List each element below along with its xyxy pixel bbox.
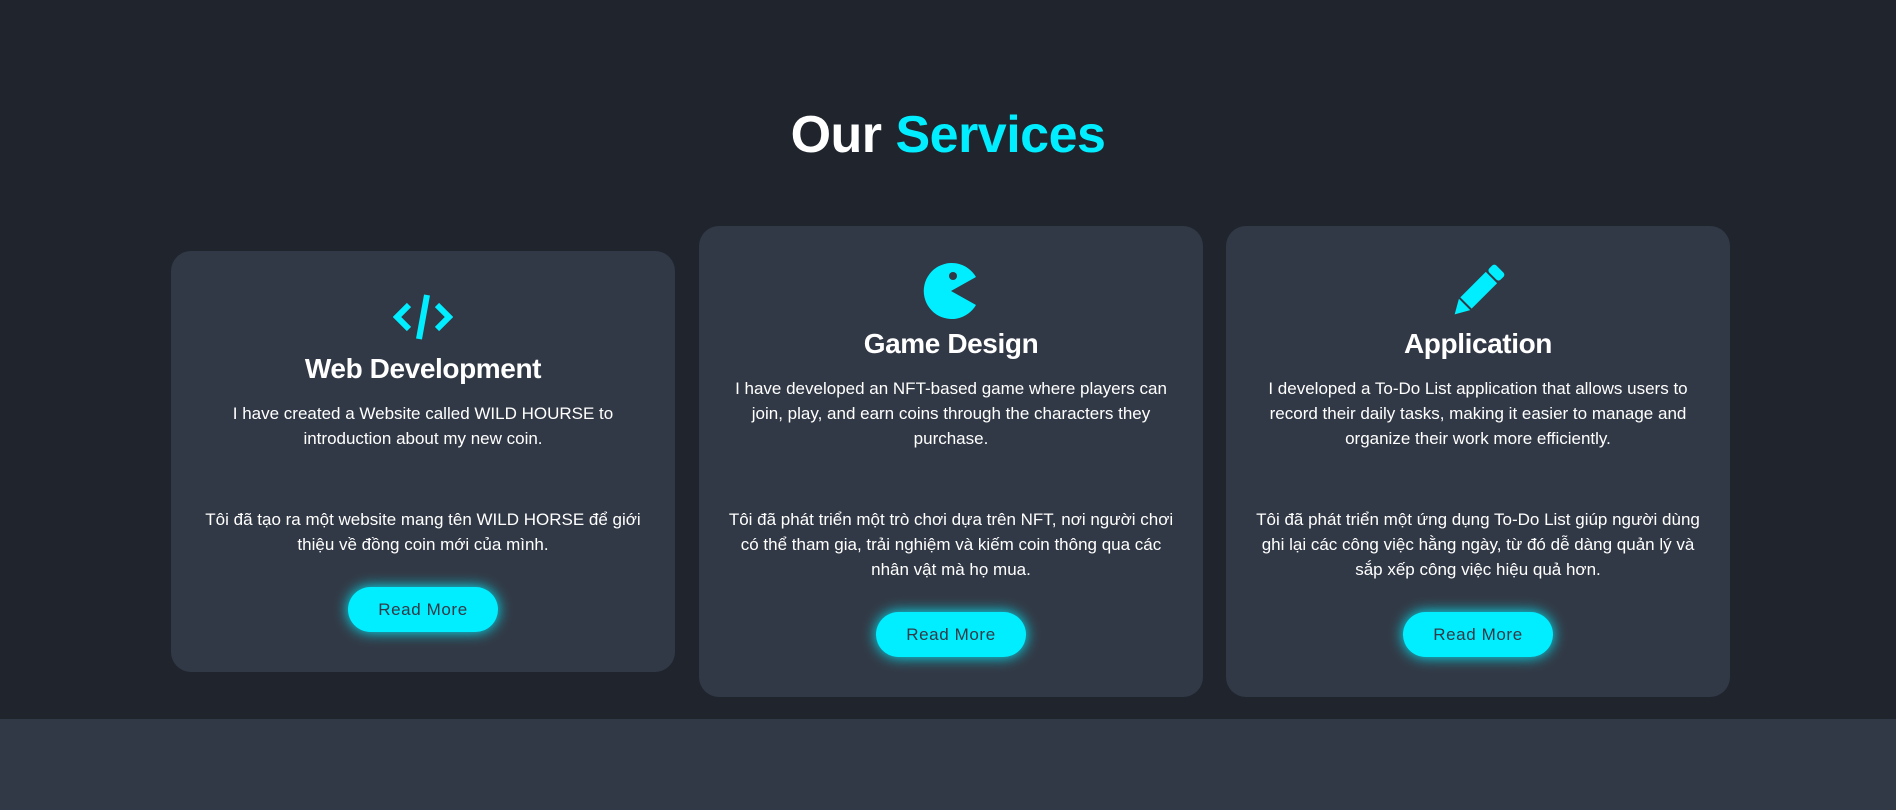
card-title: Web Development — [304, 353, 542, 384]
pacman-icon — [699, 262, 1203, 320]
card-description-vi: Tôi đã phát triển một ứng dụng To-Do Lis… — [1256, 510, 1700, 579]
service-card-application: Application I developed a To-Do List app… — [1226, 226, 1730, 697]
card-title: Game Design — [863, 328, 1039, 359]
pencil-icon — [1226, 262, 1730, 320]
section-title: Our Services — [0, 100, 1896, 170]
card-description-en: I have developed an NFT-based game where… — [735, 379, 1167, 448]
read-more-button[interactable]: Read More — [1403, 612, 1553, 657]
card-description-en: I have created a Website called WILD HOU… — [232, 404, 614, 448]
service-card-game-design: Game Design I have developed an NFT-base… — [699, 226, 1203, 697]
section-title-accent: Services — [895, 106, 1106, 164]
read-more-button[interactable]: Read More — [348, 587, 498, 632]
card-description-en: I developed a To-Do List application tha… — [1268, 379, 1688, 448]
services-section: Our Services Web Development I have crea… — [0, 0, 1896, 719]
service-card-web-development: Web Development I have created a Website… — [171, 251, 675, 672]
section-title-main: Our — [790, 106, 882, 164]
footer-band — [0, 719, 1896, 810]
card-title: Application — [1403, 328, 1553, 359]
read-more-button[interactable]: Read More — [876, 612, 1026, 657]
card-description-vi: Tôi đã tạo ra một website mang tên WILD … — [205, 510, 641, 554]
card-description-vi: Tôi đã phát triển một trò chơi dựa trên … — [728, 510, 1174, 579]
code-icon — [171, 293, 675, 341]
